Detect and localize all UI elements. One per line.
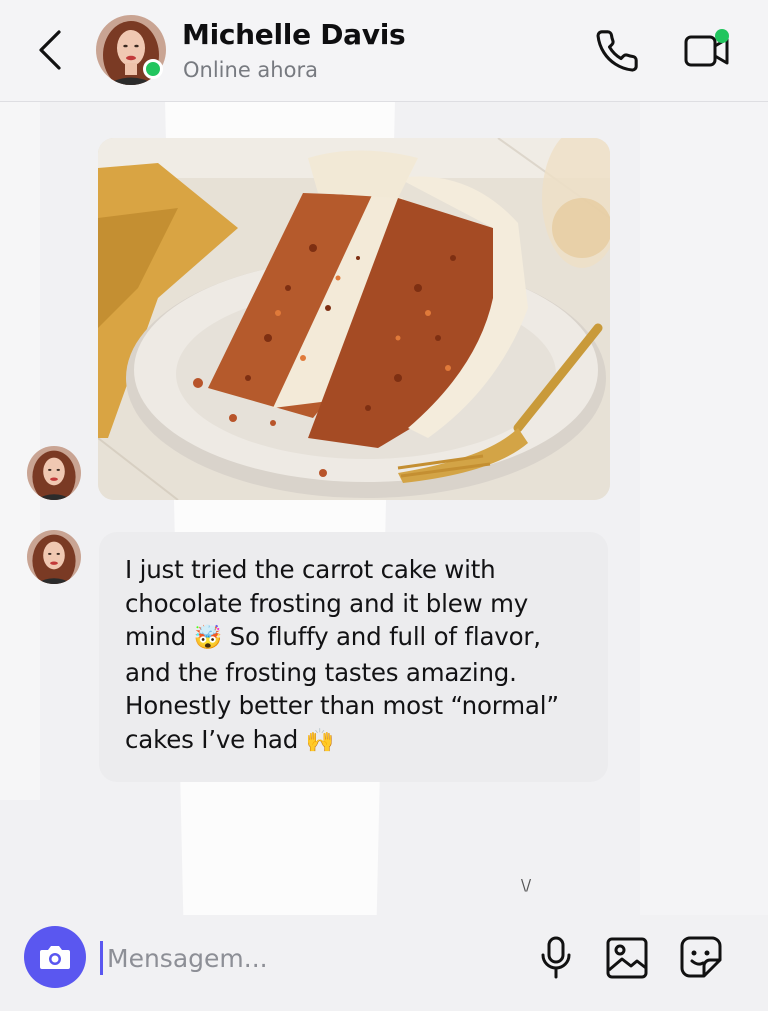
video-call-button[interactable] [682, 26, 734, 74]
contact-status: Online ahora [183, 58, 318, 82]
avatar-image [27, 530, 81, 584]
raised-hands-emoji: 🙌 [305, 727, 335, 754]
sticker-button[interactable] [678, 934, 724, 980]
image-icon [606, 937, 648, 979]
back-button[interactable] [30, 27, 70, 73]
gallery-button[interactable] [604, 935, 650, 981]
text-caret [100, 941, 103, 975]
background-light-beam [640, 100, 768, 920]
text-message-bubble[interactable]: I just tried the carrot cake with chocol… [99, 532, 608, 782]
sender-avatar[interactable] [27, 446, 81, 500]
chat-header: Michelle Davis Online ahora [0, 0, 768, 102]
online-status-indicator [143, 59, 163, 79]
phone-icon [596, 30, 638, 72]
mouse-cursor: \/ [521, 876, 532, 894]
background-light-beam [0, 100, 40, 800]
sticker-icon [680, 936, 722, 978]
voice-call-button[interactable] [594, 28, 640, 74]
voice-message-button[interactable] [536, 935, 576, 981]
chevron-left-icon [39, 30, 61, 70]
message-input-area[interactable] [100, 932, 520, 984]
message-input[interactable] [107, 943, 507, 973]
sender-avatar[interactable] [27, 530, 81, 584]
camera-icon [40, 946, 70, 969]
image-message[interactable] [98, 138, 610, 500]
video-camera-icon [684, 29, 729, 67]
exploding-head-emoji: 🤯 [193, 625, 223, 651]
avatar-image [27, 446, 81, 500]
carrot-cake-photo [98, 138, 610, 500]
message-text: I just tried the carrot cake with chocol… [125, 553, 588, 758]
microphone-icon [541, 936, 571, 979]
contact-name[interactable]: Michelle Davis [182, 18, 406, 51]
camera-button[interactable] [24, 926, 86, 988]
